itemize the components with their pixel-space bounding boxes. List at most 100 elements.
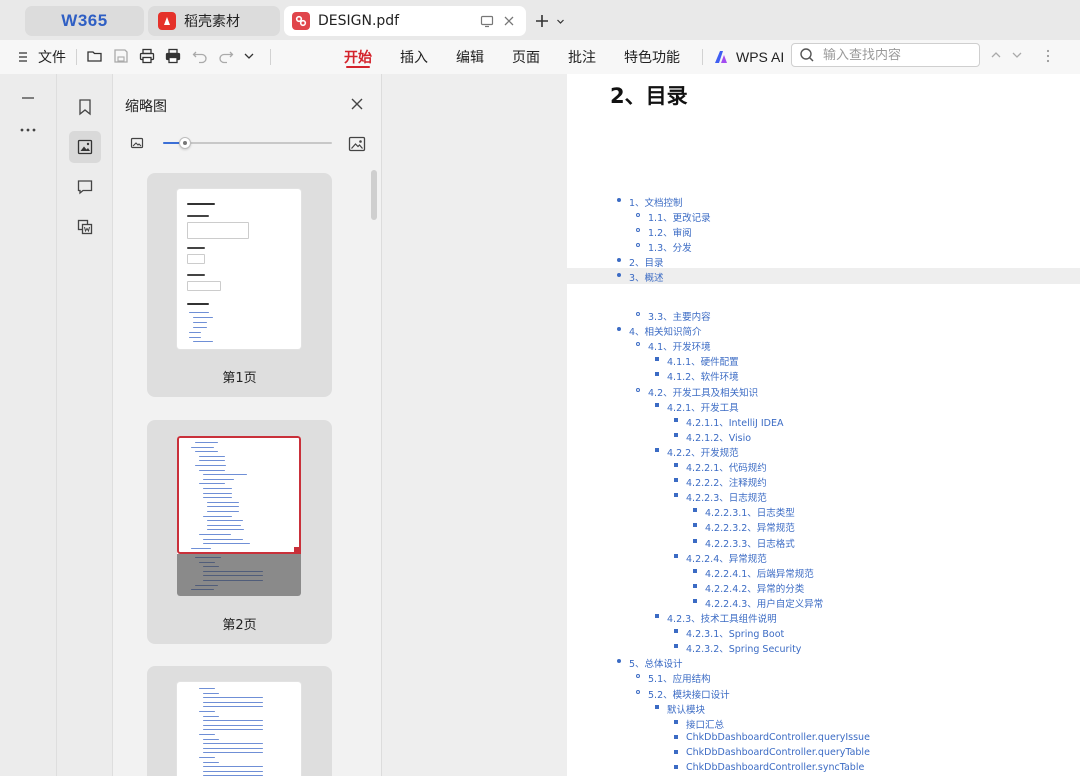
- save-icon[interactable]: [112, 47, 130, 65]
- document-page-2: 3.3、主要内容 4、相关知识简介 4.1、开发环境 4.1.1、硬件配置 4.1.2、…: [567, 284, 1080, 776]
- search-input[interactable]: [823, 47, 973, 63]
- toc-item[interactable]: 4.2.2.3、日志规范: [674, 490, 767, 504]
- toc-item[interactable]: ChkDbDashboardController.queryTable: [674, 747, 870, 758]
- undo-icon[interactable]: [191, 47, 209, 65]
- toc-item-text: 5.2、模块接口设计: [648, 689, 730, 701]
- toc-item[interactable]: 1.2、审阅: [636, 225, 692, 239]
- toc-item[interactable]: 4.2.3、技术工具组件说明: [655, 611, 777, 625]
- toc-item[interactable]: 1.3、分发: [636, 240, 692, 254]
- toc-item[interactable]: 4.2.1.1、IntelliJ IDEA: [674, 415, 784, 429]
- toc-item[interactable]: 4.2.2、开发规范: [655, 445, 739, 459]
- toc-item[interactable]: 4.2.2.2、注释规约: [674, 475, 767, 489]
- print-icon[interactable]: [138, 47, 156, 65]
- tab-w365-home[interactable]: W365: [25, 6, 144, 36]
- toc-item-text: 3、概述: [629, 273, 664, 284]
- toc-item[interactable]: 4.2.2.3.3、日志格式: [693, 536, 795, 550]
- collapse-icon[interactable]: [12, 82, 44, 114]
- close-tab-icon[interactable]: [502, 14, 516, 28]
- toc-item[interactable]: ChkDbDashboardController.syncTable: [674, 762, 865, 773]
- window-mode-icon[interactable]: [480, 14, 494, 28]
- ribbon-tab-page[interactable]: 页面: [512, 46, 540, 68]
- search-box[interactable]: [791, 43, 980, 67]
- ribbon-tab-comment[interactable]: 批注: [568, 46, 596, 68]
- ribbon-tab-features[interactable]: 特色功能: [624, 46, 680, 68]
- thumbnail-icon[interactable]: [69, 131, 101, 163]
- thumbnail-label: 第2页: [222, 618, 257, 633]
- toc-item-text: ChkDbDashboardController.syncTable: [686, 762, 865, 773]
- toc-item[interactable]: 4.1.2、软件环境: [655, 369, 739, 383]
- view-frame-resize-handle[interactable]: [294, 547, 301, 554]
- toc-item-text: 4.2.1、开发工具: [667, 402, 739, 414]
- wps-ai-label: WPS AI: [736, 49, 785, 65]
- zoom-in-image-icon[interactable]: [347, 134, 367, 154]
- wps-ai-button[interactable]: WPS AI: [714, 46, 784, 68]
- more-options-icon[interactable]: [1043, 48, 1053, 64]
- toc-item[interactable]: 4.2、开发工具及相关知识: [636, 385, 759, 399]
- toc-item[interactable]: 4.2.1.2、Visio: [674, 430, 751, 444]
- thumbnail-page-2[interactable]: 第2页: [147, 420, 332, 644]
- toc-item[interactable]: 4.2.2.3.2、异常规范: [693, 520, 795, 534]
- pdf-icon: [292, 12, 310, 30]
- toc-item[interactable]: 4.2.3.1、Spring Boot: [674, 626, 784, 640]
- thumbnail-text-line: [203, 729, 263, 731]
- toc-item[interactable]: 4.2.2.3.1、日志类型: [693, 505, 795, 519]
- tab-docer-materials[interactable]: 稻壳素材: [148, 6, 280, 36]
- toc-item[interactable]: 3、概述: [617, 270, 664, 284]
- ribbon-tab-insert[interactable]: 插入: [400, 46, 428, 68]
- new-tab-button[interactable]: [534, 11, 568, 31]
- toc-item[interactable]: 4.2.3.2、Spring Security: [674, 641, 801, 655]
- thumbnail-panel: 缩略图 第1页 第2页: [113, 74, 382, 776]
- toc-item-text: 4、相关知识简介: [629, 327, 702, 339]
- tab-label: DESIGN.pdf: [318, 13, 400, 29]
- toc-item[interactable]: 3.3、主要内容: [636, 309, 711, 323]
- toc-item[interactable]: 5.1、应用结构: [636, 671, 711, 685]
- thumbnail-text-line: [199, 757, 216, 758]
- search-prev-icon[interactable]: [990, 49, 1002, 61]
- panel-scrollbar[interactable]: [371, 170, 377, 220]
- toc-item[interactable]: 1.1、更改记录: [636, 210, 711, 224]
- toc-item[interactable]: 4.2.2.4、异常规范: [674, 551, 767, 565]
- close-icon[interactable]: [349, 96, 365, 112]
- file-menu-button[interactable]: 文件: [18, 46, 66, 68]
- print-preview-icon[interactable]: [164, 47, 182, 65]
- toc-item[interactable]: ChkDbDashboardController.queryIssue: [674, 732, 870, 743]
- toc-item[interactable]: 4.1、开发环境: [636, 339, 711, 354]
- toc-item[interactable]: 4.2.2.4.3、用户自定义异常: [693, 596, 823, 610]
- toc-item[interactable]: 接口汇总: [674, 717, 724, 731]
- toc-item[interactable]: 2、目录: [617, 255, 664, 269]
- toc-item[interactable]: 4.1.1、硬件配置: [655, 354, 739, 369]
- toc-item-text: 4.1.1、硬件配置: [667, 357, 739, 369]
- toc-item-text: 4.1、开发环境: [648, 342, 711, 354]
- tab-design-pdf[interactable]: DESIGN.pdf: [284, 6, 526, 36]
- bookmark-icon[interactable]: [69, 91, 101, 123]
- comment-icon[interactable]: [69, 171, 101, 203]
- redo-icon[interactable]: [217, 47, 235, 65]
- toc-item[interactable]: 4.2.1、开发工具: [655, 400, 739, 414]
- toc-item[interactable]: 4.2.2.4.2、异常的分类: [693, 581, 804, 595]
- toolbar-divider: [702, 49, 703, 65]
- toc-item[interactable]: 5.2、模块接口设计: [636, 687, 730, 701]
- toc-item[interactable]: 4.2.2.4.1、后端异常规范: [693, 566, 814, 580]
- open-folder-icon[interactable]: [86, 47, 104, 65]
- zoom-slider-handle[interactable]: [178, 137, 191, 149]
- toc-item-text: 4.2、开发工具及相关知识: [648, 387, 759, 399]
- ribbon-tab-edit[interactable]: 编辑: [456, 46, 484, 68]
- toc-item[interactable]: 4.2.2.1、代码规约: [674, 460, 767, 474]
- zoom-slider[interactable]: [163, 137, 332, 149]
- w365-logo: W365: [61, 11, 108, 30]
- zoom-out-image-icon[interactable]: [129, 135, 145, 151]
- thumbnail-text-line: [203, 720, 263, 722]
- toc-item[interactable]: 默认模块: [655, 702, 705, 716]
- more-dots-icon[interactable]: [12, 114, 44, 146]
- thumbnail-page-1[interactable]: 第1页: [147, 173, 332, 397]
- thumbnail-page-3[interactable]: [147, 666, 332, 776]
- toc-item[interactable]: 1、文档控制: [617, 195, 683, 209]
- thumbnail-text-line: [203, 697, 263, 699]
- toc-item[interactable]: 5、总体设计: [617, 656, 683, 670]
- search-next-icon[interactable]: [1011, 49, 1023, 61]
- document-viewport[interactable]: 2、目录 1、文档控制 1.1、更改记录 1.2、审阅 1.3、分发 2、目录 3、概述 3…: [382, 74, 1080, 776]
- toc-item[interactable]: 4、相关知识简介: [617, 324, 702, 339]
- ribbon-tab-home[interactable]: 开始: [344, 46, 372, 68]
- attachment-icon[interactable]: [69, 211, 101, 243]
- more-tools-chevron-icon[interactable]: [243, 50, 255, 62]
